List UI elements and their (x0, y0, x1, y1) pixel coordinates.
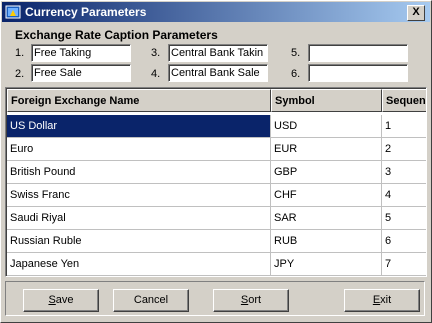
cell-sequence[interactable]: 1 (382, 115, 426, 138)
grid-header: Foreign Exchange Name Symbol Sequen (7, 89, 426, 114)
field-6-number: 6. (291, 68, 301, 80)
exit-label-rest: xit (380, 294, 392, 306)
caption-field-1[interactable] (31, 44, 131, 62)
save-button[interactable]: Save (23, 289, 99, 312)
field-1-number: 1. (15, 47, 25, 59)
cell-sequence[interactable]: 4 (382, 184, 426, 207)
cell-sequence[interactable]: 2 (382, 138, 426, 161)
cell-symbol[interactable]: EUR (271, 138, 382, 161)
caption-field-6[interactable] (308, 64, 408, 82)
exit-button[interactable]: Exit (344, 289, 420, 312)
field-4-number: 4. (151, 68, 161, 80)
cell-sequence[interactable]: 6 (382, 230, 426, 253)
field-2-number: 2. (15, 68, 25, 80)
cell-name[interactable]: British Pound (7, 161, 271, 184)
cancel-button[interactable]: Cancel (113, 289, 189, 312)
cell-symbol[interactable]: JPY (271, 253, 382, 276)
table-row[interactable]: Swiss Franc CHF 4 (7, 184, 426, 207)
currency-grid[interactable]: Foreign Exchange Name Symbol Sequen US D… (5, 87, 427, 277)
cell-sequence[interactable]: 5 (382, 207, 426, 230)
cell-symbol[interactable]: CHF (271, 184, 382, 207)
sort-button[interactable]: Sort (213, 289, 289, 312)
caption-field-4[interactable] (168, 64, 268, 82)
button-bar: Save Cancel Sort Exit (5, 281, 425, 316)
cell-name[interactable]: Swiss Franc (7, 184, 271, 207)
column-header-sequence[interactable]: Sequen (382, 89, 426, 112)
table-row[interactable]: British Pound GBP 3 (7, 161, 426, 184)
cell-symbol[interactable]: GBP (271, 161, 382, 184)
table-row[interactable]: Japanese Yen JPY 7 (7, 253, 426, 276)
save-hotkey: S (48, 294, 56, 306)
cell-symbol[interactable]: RUB (271, 230, 382, 253)
column-header-name[interactable]: Foreign Exchange Name (7, 89, 271, 112)
caption-parameters-heading: Exchange Rate Caption Parameters (15, 28, 218, 42)
cell-symbol[interactable]: USD (271, 115, 382, 138)
close-button[interactable]: X (407, 5, 425, 21)
save-label-rest: ave (55, 294, 74, 306)
cell-name[interactable]: Japanese Yen (7, 253, 271, 276)
caption-field-2[interactable] (31, 64, 131, 82)
table-row[interactable]: US Dollar USD 1 (7, 115, 426, 138)
table-row[interactable]: Russian Ruble RUB 6 (7, 230, 426, 253)
app-icon (5, 5, 21, 19)
cell-sequence[interactable]: 3 (382, 161, 426, 184)
cell-name[interactable]: Saudi Riyal (7, 207, 271, 230)
column-header-symbol[interactable]: Symbol (271, 89, 382, 112)
caption-field-5[interactable] (308, 44, 408, 62)
cell-symbol[interactable]: SAR (271, 207, 382, 230)
cell-sequence[interactable]: 7 (382, 253, 426, 276)
sort-label-rest: ort (248, 294, 262, 306)
cell-name[interactable]: US Dollar (7, 115, 271, 138)
currency-parameters-window: Currency Parameters X Exchange Rate Capt… (0, 0, 432, 323)
table-row[interactable]: Saudi Riyal SAR 5 (7, 207, 426, 230)
title-bar[interactable]: Currency Parameters X (2, 2, 430, 22)
window-title: Currency Parameters (25, 5, 147, 19)
cell-name[interactable]: Euro (7, 138, 271, 161)
table-row[interactable]: Euro EUR 2 (7, 138, 426, 161)
field-5-number: 5. (291, 47, 301, 59)
cell-name[interactable]: Russian Ruble (7, 230, 271, 253)
caption-field-3[interactable] (168, 44, 268, 62)
field-3-number: 3. (151, 47, 161, 59)
